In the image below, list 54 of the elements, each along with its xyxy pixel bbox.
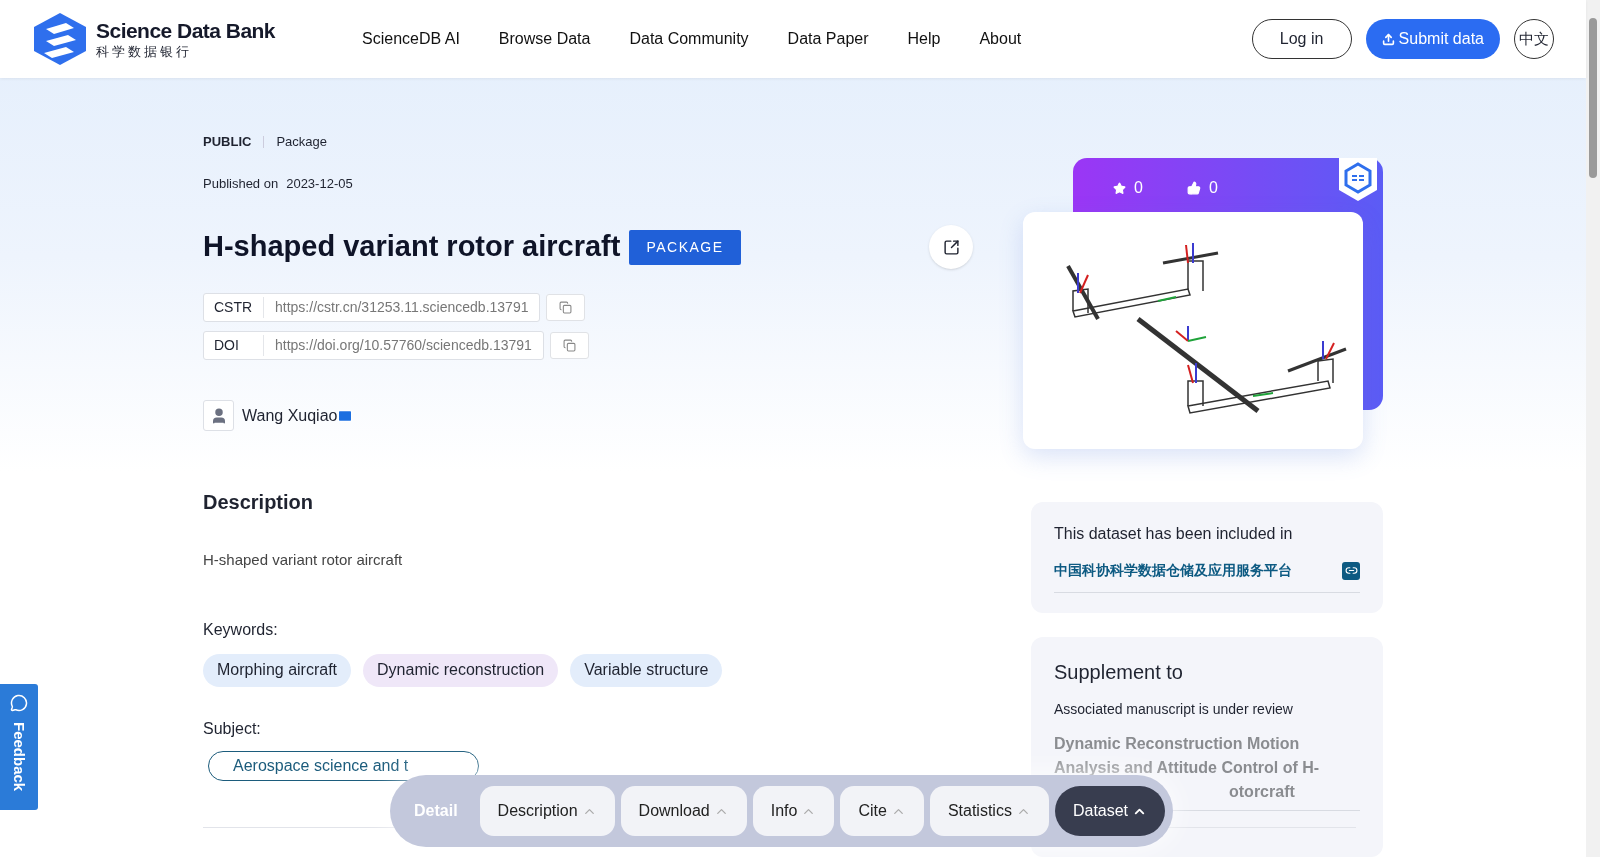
share-icon: [942, 238, 960, 256]
author-name[interactable]: Wang Xuqiao: [242, 403, 338, 428]
keywords-label: Keywords:: [203, 619, 279, 640]
keyword-tag[interactable]: Variable structure: [570, 653, 723, 687]
logo-icon: [32, 11, 88, 67]
detail-label: Detail: [413, 801, 459, 821]
upload-icon: [1381, 32, 1395, 46]
nav-link[interactable]: About: [979, 27, 1022, 51]
section-tab[interactable]: Info: [752, 786, 835, 836]
nav-link[interactable]: ScienceDB AI: [362, 27, 460, 51]
thumbs-up-icon[interactable]: [1186, 181, 1201, 195]
section-heading: Description: [203, 490, 315, 515]
section-tab[interactable]: Statistics: [929, 786, 1049, 836]
copy-icon: [559, 301, 573, 314]
identifier-label: DOI: [204, 335, 264, 356]
package-badge: PACKAGE: [629, 229, 741, 265]
scrollbar[interactable]: [1586, 0, 1600, 857]
feedback-icon: [10, 694, 28, 712]
share-button[interactable]: [929, 225, 973, 269]
identifier-link[interactable]: https://cstr.cn/31253.11.sciencedb.13791: [264, 297, 540, 318]
identifier-link[interactable]: https://doi.org/10.57760/sciencedb.13791: [264, 335, 543, 356]
dataset-title: H-shaped variant rotor aircraft: [203, 229, 621, 265]
section-tab[interactable]: Download: [620, 786, 747, 836]
supplement-heading: Supplement to: [1054, 660, 1184, 685]
subject-label: Subject:: [203, 718, 262, 739]
submit-data-button[interactable]: Submit data: [1365, 19, 1500, 59]
nav-link[interactable]: Browse Data: [498, 27, 591, 51]
access-label: PUBLIC: [203, 133, 252, 151]
brand-name[interactable]: Science Data Bank: [96, 20, 275, 41]
brand-subtitle: 科学数据银行: [96, 45, 193, 58]
published-label: Published on: [203, 174, 279, 193]
keyword-tag[interactable]: Dynamic reconstruction: [363, 653, 559, 687]
type-label: Package: [276, 133, 327, 151]
star-count: 0: [1134, 178, 1143, 198]
nav-link[interactable]: Data Community: [629, 27, 749, 51]
keyword-tag[interactable]: Morphing aircraft: [203, 653, 352, 687]
supplement-note: Associated manuscript is under review: [1054, 700, 1294, 719]
section-tab[interactable]: Description: [479, 786, 615, 836]
link-icon[interactable]: [1342, 561, 1360, 580]
identifier-label: CSTR: [204, 297, 264, 318]
inclusion-text: This dataset has been included in: [1054, 524, 1294, 544]
section-tab[interactable]: Dataset: [1054, 786, 1166, 836]
hexagon-badge-icon: [1339, 158, 1377, 201]
avatar-icon: [203, 400, 234, 431]
copy-icon: [562, 339, 576, 352]
like-count: 0: [1208, 178, 1218, 198]
section-tab[interactable]: Cite: [840, 786, 924, 836]
published-date: 2023-12-05: [286, 174, 353, 193]
nav-link[interactable]: Help: [907, 27, 941, 51]
feedback-tab[interactable]: Feedback: [0, 684, 38, 810]
repository-link[interactable]: 中国科协科学数据仓储及应用服务平台: [1054, 560, 1292, 581]
nav-link[interactable]: Data Paper: [787, 27, 869, 51]
star-icon[interactable]: [1113, 181, 1126, 195]
description-text: H-shaped variant rotor aircraft: [203, 550, 404, 570]
